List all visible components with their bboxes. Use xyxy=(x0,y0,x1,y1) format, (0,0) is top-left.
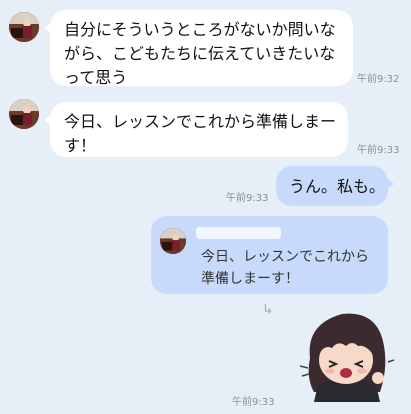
quoted-text: 今日、レッスンでこれから準備しまーす！ xyxy=(201,249,369,287)
message-text: 今日、レッスンでこれから準備しまーす！ xyxy=(64,112,337,155)
message-time: 午前9:33 xyxy=(232,397,275,408)
avatar[interactable] xyxy=(9,12,39,42)
avatar[interactable] xyxy=(9,99,39,129)
message-bubble[interactable]: 今日、レッスンでこれから準備しまーす！ xyxy=(44,102,348,157)
message-time: 午前9:33 xyxy=(357,145,400,156)
reply-quote-card[interactable]: 今日、レッスンでこれから準備しまーす！ xyxy=(151,216,388,294)
profile-photo-icon xyxy=(160,228,186,254)
message-text: うん。私も。 xyxy=(289,177,386,196)
quoted-message: 今日、レッスンでこれから準備しまーす！ xyxy=(191,238,381,288)
message-time: 午前9:32 xyxy=(357,74,400,85)
profile-photo-icon xyxy=(9,12,39,42)
quoted-avatar xyxy=(160,228,186,254)
reply-arrow-icon: ↳ xyxy=(262,302,274,318)
my-message-bubble[interactable]: うん。私も。 xyxy=(276,166,394,206)
message-bubble[interactable]: 自分にそういうところがないか問いながら、こどもたちに伝えていきたいなって思う xyxy=(44,10,353,87)
profile-photo-icon xyxy=(9,99,39,129)
message-text: 自分にそういうところがないか問いながら、こどもたちに伝えていきたいなって思う xyxy=(64,20,336,87)
message-time: 午前9:33 xyxy=(226,193,269,204)
girl-shouting-sticker-icon xyxy=(299,313,395,402)
sticker-image[interactable] xyxy=(296,306,396,402)
